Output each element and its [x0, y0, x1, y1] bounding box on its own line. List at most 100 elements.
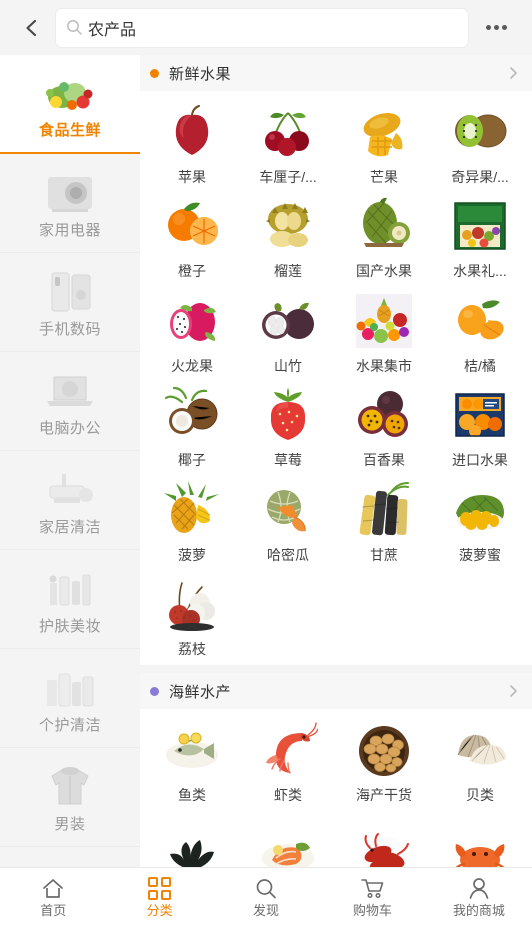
jackfruit-whole-icon: [351, 195, 417, 258]
grid-item[interactable]: 车厘子/...: [240, 97, 336, 191]
tab-home[interactable]: 首页: [0, 868, 106, 925]
grid-item[interactable]: 苹果: [144, 97, 240, 191]
grid-item[interactable]: [240, 810, 336, 867]
grid-item[interactable]: 菠萝: [144, 475, 240, 569]
search-bar[interactable]: [56, 8, 468, 47]
grid-item-label: 火龙果: [171, 358, 213, 374]
grid-item-label: 苹果: [178, 170, 206, 185]
search-input[interactable]: [88, 18, 458, 37]
tab-label: 发现: [253, 902, 280, 918]
sidebar-item-fresh-food[interactable]: 食品生鲜: [0, 55, 140, 154]
sidebar-item-skincare-makeup[interactable]: 护肤美妆: [0, 550, 140, 649]
grid-item[interactable]: 草莓: [240, 380, 336, 474]
grid-icon: [148, 877, 172, 901]
category-sidebar[interactable]: 食品生鲜 家用电器 手机数码 电脑办公 家居清洁 护肤美妆 个护清洁 男装: [0, 55, 140, 867]
sidebar-item-home-appliance[interactable]: 家用电器: [0, 154, 140, 253]
grid-item[interactable]: 菠萝蜜: [432, 475, 528, 569]
back-button[interactable]: [10, 6, 54, 50]
home-clean-icon: [42, 466, 98, 514]
grid-item[interactable]: 火龙果: [144, 286, 240, 380]
grid-item[interactable]: 进口水果: [432, 380, 528, 474]
grid-item[interactable]: 奇异果/...: [432, 97, 528, 191]
grid-item-label: 水果礼...: [453, 264, 507, 280]
chevron-left-icon: [26, 19, 37, 36]
grid-item[interactable]: 贝类: [432, 715, 528, 809]
dried-seafood-icon: [351, 719, 417, 782]
mango-icon: [351, 101, 417, 163]
sidebar-item-partial[interactable]: [0, 847, 140, 867]
section-header-seafood[interactable]: 海鲜水产: [140, 673, 532, 710]
grid-item[interactable]: [432, 810, 528, 867]
sidebar-item-menswear[interactable]: 男装: [0, 748, 140, 847]
chevron-right-icon[interactable]: [506, 66, 520, 80]
jackfruit-icon: [447, 478, 513, 541]
tab-discover[interactable]: 发现: [213, 868, 319, 925]
grid-item[interactable]: [144, 810, 240, 867]
fruit-gift-box-icon: [447, 195, 513, 258]
sidebar-item-phone-digital[interactable]: 手机数码: [0, 253, 140, 352]
grid-item-label: 荔枝: [178, 641, 206, 657]
product-grid-fresh-fruit[interactable]: 苹果 车厘子/... 芒果 奇异果/... 橙子 榴莲 国产水果 水果礼... …: [140, 91, 532, 665]
grid-item[interactable]: 鱼类: [144, 715, 240, 809]
apple-icon: [159, 101, 225, 163]
tab-category[interactable]: 分类: [106, 868, 212, 925]
grid-item[interactable]: 荔枝: [144, 569, 240, 663]
grid-item[interactable]: 椰子: [144, 380, 240, 474]
tab-label: 购物车: [352, 902, 392, 918]
grid-item[interactable]: 哈密瓜: [240, 475, 336, 569]
grid-item-label: 车厘子/...: [259, 170, 317, 185]
grid-item[interactable]: 橙子: [144, 191, 240, 285]
phone-digital-icon: [42, 268, 98, 316]
page-body: 食品生鲜 家用电器 手机数码 电脑办公 家居清洁 护肤美妆 个护清洁 男装 新鲜…: [0, 55, 532, 867]
grid-item[interactable]: 桔/橘: [432, 286, 528, 380]
grid-item-label: 桔/橘: [464, 358, 496, 374]
grid-item[interactable]: 国产水果: [336, 191, 432, 285]
grid-item[interactable]: 百香果: [336, 380, 432, 474]
more-options-button[interactable]: [474, 6, 518, 50]
grid-item[interactable]: 虾类: [240, 715, 336, 809]
grid-item[interactable]: 芒果: [336, 97, 432, 191]
section-divider: [140, 665, 532, 674]
section-header-fresh-fruit[interactable]: 新鲜水果: [140, 55, 532, 91]
grid-item[interactable]: 山竹: [240, 286, 336, 380]
tab-cart[interactable]: 购物车: [319, 868, 425, 925]
grid-item[interactable]: 甘蔗: [336, 475, 432, 569]
grid-item-label: 贝类: [466, 788, 494, 804]
more-dots-icon: [493, 25, 499, 30]
crayfish-icon: [351, 813, 417, 867]
fresh-food-icon: [42, 69, 98, 117]
category-content[interactable]: 新鲜水果 苹果 车厘子/... 芒果 奇异果/... 橙子 榴莲 国产水果 水果…: [140, 55, 532, 867]
kiwi-icon: [447, 101, 513, 163]
cart-icon: [360, 877, 385, 901]
sidebar-item-label: 手机数码: [38, 320, 101, 338]
grid-item[interactable]: 海产干货: [336, 715, 432, 809]
strawberry-icon: [255, 384, 321, 447]
grid-item-label: 水果集市: [356, 358, 412, 374]
app-screen: 食品生鲜 家用电器: [0, 0, 532, 925]
tab-my-mall[interactable]: 我的商城: [426, 868, 532, 925]
sidebar-item-personal-care[interactable]: 个护清洁: [0, 649, 140, 748]
grid-item-label: 甘蔗: [370, 547, 398, 563]
mangosteen-icon: [255, 289, 321, 352]
more-dots-icon: [485, 25, 491, 30]
bottom-tab-bar[interactable]: 首页 分类 发现 购物车 我的商城: [0, 867, 532, 925]
grid-item[interactable]: 榴莲: [240, 191, 336, 285]
sidebar-item-computer-office[interactable]: 电脑办公: [0, 352, 140, 451]
top-bar: [0, 0, 532, 55]
shellfish-icon: [447, 719, 513, 782]
sidebar-item-home-clean[interactable]: 家居清洁: [0, 451, 140, 550]
grid-item-label: 芒果: [370, 170, 398, 185]
sidebar-item-label: 个护清洁: [38, 716, 101, 734]
seaweed-icon: [159, 813, 225, 867]
chevron-right-icon[interactable]: [506, 684, 520, 698]
grid-item[interactable]: 水果集市: [336, 286, 432, 380]
salmon-icon: [255, 813, 321, 867]
grid-item-label: 鱼类: [178, 788, 206, 804]
section-title: 海鲜水产: [169, 683, 232, 701]
grid-item-label: 菠萝蜜: [459, 547, 501, 563]
product-grid-seafood[interactable]: 鱼类 虾类 海产干货 贝类: [140, 709, 532, 867]
grid-item[interactable]: 水果礼...: [432, 191, 528, 285]
grid-item[interactable]: [336, 810, 432, 867]
grid-item-label: 草莓: [274, 453, 302, 469]
pineapple-icon: [159, 478, 225, 541]
